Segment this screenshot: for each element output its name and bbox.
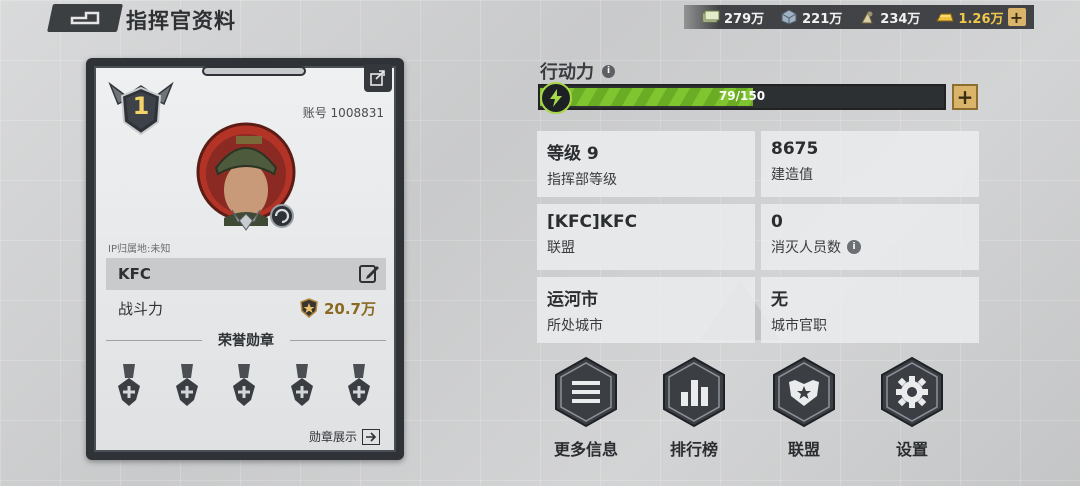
medal-title-row: 荣誉勋章 [106,330,386,350]
resource-bar: 279万 221万 234万 1.26万 + [684,5,1034,29]
medal-display-label: 勋章展示 [308,430,357,444]
menu-lines-icon [555,356,617,428]
commander-name-row: KFC [106,258,386,290]
stat-label: 所处城市 [547,318,603,334]
settings-button[interactable]: 设置 [872,356,952,460]
avatar-portrait [196,122,296,231]
edit-name-button[interactable] [358,263,380,285]
alliance-button[interactable]: 联盟 [764,356,844,460]
medal-slot-icon [233,364,255,406]
stat-label: 联盟 [547,240,575,256]
resource-oil-value: 234万 [880,11,921,27]
add-stamina-button[interactable]: + [952,84,978,110]
stat-label: 城市官职 [771,318,827,334]
action-buttons: 更多信息 排行榜 联盟 设置 [546,356,966,466]
leaderboard-label: 排行榜 [669,440,718,459]
more-info-label: 更多信息 [553,440,618,459]
profile-card: 1 账号 1008831 IP归属地:未知 KFC 战斗力 20.7万 荣誉勋章… [86,58,404,460]
medal-display-button[interactable]: 勋章展示 [309,428,380,445]
commander-name: KFC [118,265,151,283]
ip-location: IP归属地:未知 [108,244,171,255]
more-info-button[interactable]: 更多信息 [546,356,626,460]
resource-steel-value: 221万 [802,11,843,27]
account-id: 账号 1008831 [302,106,384,120]
lightning-icon [540,82,572,114]
gear-icon [881,356,943,428]
resource-oil[interactable]: 234万 [858,8,920,27]
settings-label: 设置 [895,440,928,459]
top-bar: 指挥官资料 279万 221万 234万 1.26万 + [0,0,1080,36]
medal-slot-2[interactable] [172,362,202,410]
medal-section-title: 荣誉勋章 [218,333,274,349]
medal-slot-icon [118,364,140,406]
medal-slots [114,362,374,410]
stat-alliance[interactable]: [KFC]KFC 联盟 [537,204,755,270]
gold-icon [936,13,955,22]
leaderboard-button[interactable]: 排行榜 [654,356,734,460]
stat-value: 等级 9 [547,144,599,164]
back-arrow-icon [70,11,100,25]
power-shield-icon [300,298,318,318]
stamina-title: 行动力 i [540,58,615,84]
stamina-info-icon[interactable]: i [602,64,615,78]
oil-icon [861,10,873,24]
stat-city: 运河市 所处城市 [537,277,755,343]
stat-label: 指挥部等级 [547,172,617,188]
stat-city-office: 无 城市官职 [761,277,979,343]
stat-value: 0 [771,212,783,232]
alliance-label: 联盟 [787,440,820,459]
stat-value: 无 [771,290,788,310]
stat-label-row: 消灭人员数 i [771,237,969,257]
resource-cash-value: 279万 [724,11,765,27]
resource-gold-value: 1.26万 [958,11,1004,27]
share-button[interactable] [364,64,392,92]
stat-label: 建造值 [771,167,813,183]
stat-label: 消灭人员数 [771,240,841,256]
share-icon [370,70,385,86]
stat-value: 8675 [771,139,819,159]
page-title: 指挥官资料 [126,9,236,33]
rank-badge: 1 [108,78,174,138]
stat-hq-level: 等级 9 指挥部等级 [537,131,755,197]
resource-gold[interactable]: 1.26万 [936,8,1004,27]
combat-power-value-wrap: 20.7万 [300,298,376,319]
medal-slot-icon [175,364,198,406]
stamina-bar: 79/150 [538,82,946,114]
stat-kills: 0 消灭人员数 i [761,204,979,270]
resource-cash[interactable]: 279万 [702,8,764,27]
divider-left [106,339,202,341]
combat-power-value: 20.7万 [323,299,376,318]
arrow-right-icon [362,428,380,445]
resource-steel[interactable]: 221万 [780,8,842,27]
medal-slot-icon [290,364,313,406]
divider-right [290,339,386,341]
add-gold-button[interactable]: + [1007,8,1026,27]
combat-power-row: 战斗力 20.7万 [106,294,386,322]
card-handle [202,66,306,76]
stat-build-value: 8675 建造值 [761,131,979,197]
alliance-star-icon [773,356,835,428]
stamina-label: 行动力 [540,62,594,83]
rank-number: 1 [132,92,150,120]
medal-slot-5[interactable] [344,362,374,410]
edit-icon [359,265,379,283]
profile-card-body: 1 账号 1008831 IP归属地:未知 KFC 战斗力 20.7万 荣誉勋章… [94,64,396,452]
combat-power-label: 战斗力 [118,299,164,318]
medal-slot-1[interactable] [114,362,144,410]
steel-icon [781,9,797,25]
medal-slot-4[interactable] [287,362,317,410]
kills-info-icon[interactable]: i [847,240,861,254]
stat-value: 运河市 [547,290,598,310]
medal-slot-3[interactable] [229,362,259,410]
back-button[interactable] [47,4,123,32]
cash-icon [702,10,720,23]
commander-avatar[interactable] [192,118,300,236]
stamina-text: 79/150 [718,89,766,103]
medal-slot-icon [348,364,370,406]
stat-value: [KFC]KFC [547,212,638,232]
bar-chart-icon [663,356,725,428]
